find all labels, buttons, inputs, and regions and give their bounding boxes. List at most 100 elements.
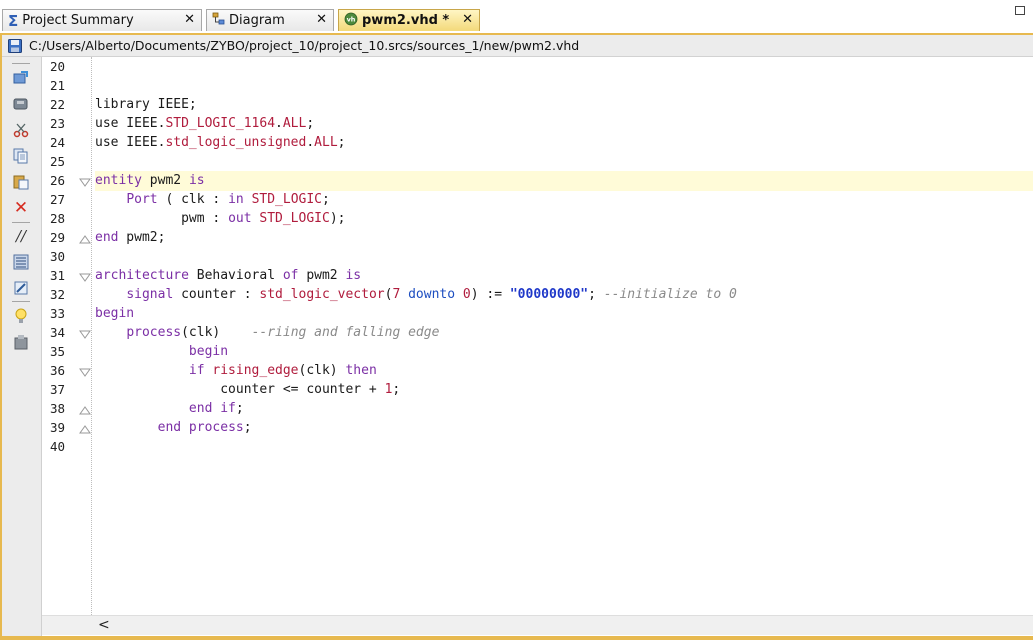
tab-pwm2-vhd[interactable]: vh pwm2.vhd * ✕ bbox=[338, 9, 480, 31]
fold-open-icon[interactable] bbox=[79, 366, 91, 378]
code-token: rising_edge bbox=[212, 363, 299, 378]
line-number: 36 bbox=[50, 363, 66, 378]
indent-icon[interactable] bbox=[12, 279, 30, 297]
code-token: ; bbox=[243, 420, 252, 435]
line-number: 21 bbox=[50, 78, 66, 93]
line-number: 33 bbox=[50, 306, 66, 321]
code-token: end if bbox=[188, 401, 236, 416]
fold-end-icon[interactable] bbox=[79, 423, 91, 435]
delete-icon[interactable]: ✕ bbox=[12, 198, 30, 218]
copy-icon[interactable] bbox=[12, 147, 30, 165]
code-line: begin bbox=[95, 342, 1033, 362]
code-token: ; bbox=[588, 287, 604, 302]
code-token: downto bbox=[408, 287, 456, 302]
code-token: entity bbox=[95, 173, 142, 188]
fold-open-icon[interactable] bbox=[79, 271, 91, 283]
toolbar-divider bbox=[12, 301, 30, 302]
file-path-bar: C:/Users/Alberto/Documents/ZYBO/project_… bbox=[2, 35, 1033, 57]
code-token: STD_LOGIC_1164 bbox=[165, 116, 276, 131]
code-token: is bbox=[345, 268, 362, 283]
tab-diagram[interactable]: Diagram ✕ bbox=[206, 9, 334, 31]
template-icon[interactable] bbox=[12, 333, 30, 351]
code-token: Port bbox=[126, 192, 158, 207]
code-token: ); bbox=[329, 211, 346, 226]
vhdl-file-icon: vh bbox=[344, 12, 358, 30]
code-token: "00000000" bbox=[509, 287, 589, 302]
scroll-left-icon[interactable]: < bbox=[98, 617, 110, 633]
code-token: STD_LOGIC bbox=[259, 211, 330, 226]
close-icon[interactable]: ✕ bbox=[316, 12, 327, 27]
code-editor: C:/Users/Alberto/Documents/ZYBO/project_… bbox=[0, 33, 1033, 638]
maximize-icon[interactable] bbox=[1015, 6, 1025, 15]
line-number: 31 bbox=[50, 268, 66, 283]
code-token: end bbox=[95, 230, 119, 245]
code-token: begin bbox=[188, 344, 229, 359]
editor-bottom-border bbox=[0, 636, 1033, 640]
fold-end-icon[interactable] bbox=[79, 233, 91, 245]
line-number: 26 bbox=[50, 173, 66, 188]
code-line: begin bbox=[95, 304, 1033, 324]
code-line: signal counter : std_logic_vector(7 down… bbox=[95, 285, 1033, 305]
line-number: 39 bbox=[50, 420, 66, 435]
code-token: . bbox=[306, 135, 315, 150]
tab-label: pwm2.vhd * bbox=[362, 13, 450, 28]
line-number: 27 bbox=[50, 192, 66, 207]
line-number: 37 bbox=[50, 382, 66, 397]
line-number: 20 bbox=[50, 59, 66, 74]
code-token: ; bbox=[392, 382, 401, 397]
code-area[interactable]: library IEEE; use IEEE.STD_LOGIC_1164.AL… bbox=[95, 57, 1033, 615]
code-token: begin bbox=[95, 306, 135, 321]
file-path: C:/Users/Alberto/Documents/ZYBO/project_… bbox=[29, 38, 580, 53]
line-number: 23 bbox=[50, 116, 66, 131]
fold-open-icon[interactable] bbox=[79, 328, 91, 340]
code-token: architecture bbox=[95, 268, 189, 283]
editor-tab-bar: Σ Project Summary ✕ Diagram ✕ vh pwm2.vh… bbox=[0, 0, 1033, 33]
select-block-icon[interactable] bbox=[12, 253, 30, 271]
editor-toolbar: ✕ // bbox=[2, 57, 42, 637]
cut-icon[interactable] bbox=[12, 121, 30, 139]
paste-icon[interactable] bbox=[12, 173, 30, 191]
code-token: ALL bbox=[282, 116, 307, 131]
code-line: library IEEE; bbox=[95, 95, 1033, 115]
line-number: 25 bbox=[50, 154, 66, 169]
comment-icon[interactable]: // bbox=[12, 227, 30, 245]
tab-project-summary[interactable]: Σ Project Summary ✕ bbox=[2, 9, 202, 31]
close-icon[interactable]: ✕ bbox=[462, 12, 473, 27]
code-comment: --initialize to 0 bbox=[603, 287, 737, 302]
code-line: if rising_edge(clk) then bbox=[95, 361, 1033, 381]
toolbar-divider bbox=[12, 222, 30, 223]
code-token: ( clk : bbox=[157, 192, 229, 207]
disk-icon[interactable] bbox=[12, 95, 30, 113]
code-token: library IEEE; bbox=[95, 97, 197, 112]
code-line: pwm : out STD_LOGIC); bbox=[95, 209, 1033, 229]
code-line: architecture Behavioral of pwm2 is bbox=[95, 266, 1033, 286]
line-number: 38 bbox=[50, 401, 66, 416]
code-token: in bbox=[228, 192, 244, 207]
line-number-gutter: 20 21 22 23 24 25 26 27 28 29 30 31 32 3… bbox=[42, 57, 92, 615]
save-icon[interactable] bbox=[8, 39, 22, 53]
toolbar-divider bbox=[12, 63, 30, 64]
code-token: pwm : bbox=[95, 211, 229, 226]
fold-open-icon[interactable] bbox=[79, 176, 91, 188]
code-line: end pwm2; bbox=[95, 228, 1033, 248]
fold-end-icon[interactable] bbox=[79, 404, 91, 416]
code-token: pwm2; bbox=[118, 230, 166, 245]
bulb-icon[interactable] bbox=[12, 307, 30, 325]
code-token: 0 bbox=[462, 287, 471, 302]
horizontal-scrollbar[interactable]: < bbox=[42, 615, 1033, 635]
close-icon[interactable]: ✕ bbox=[184, 12, 195, 27]
code-token: (clk) bbox=[298, 363, 346, 378]
line-number: 35 bbox=[50, 344, 66, 359]
code-token: of bbox=[282, 268, 299, 283]
diagram-icon bbox=[212, 12, 225, 29]
open-icon[interactable] bbox=[12, 69, 30, 87]
code-token: pwm2 bbox=[298, 268, 346, 283]
